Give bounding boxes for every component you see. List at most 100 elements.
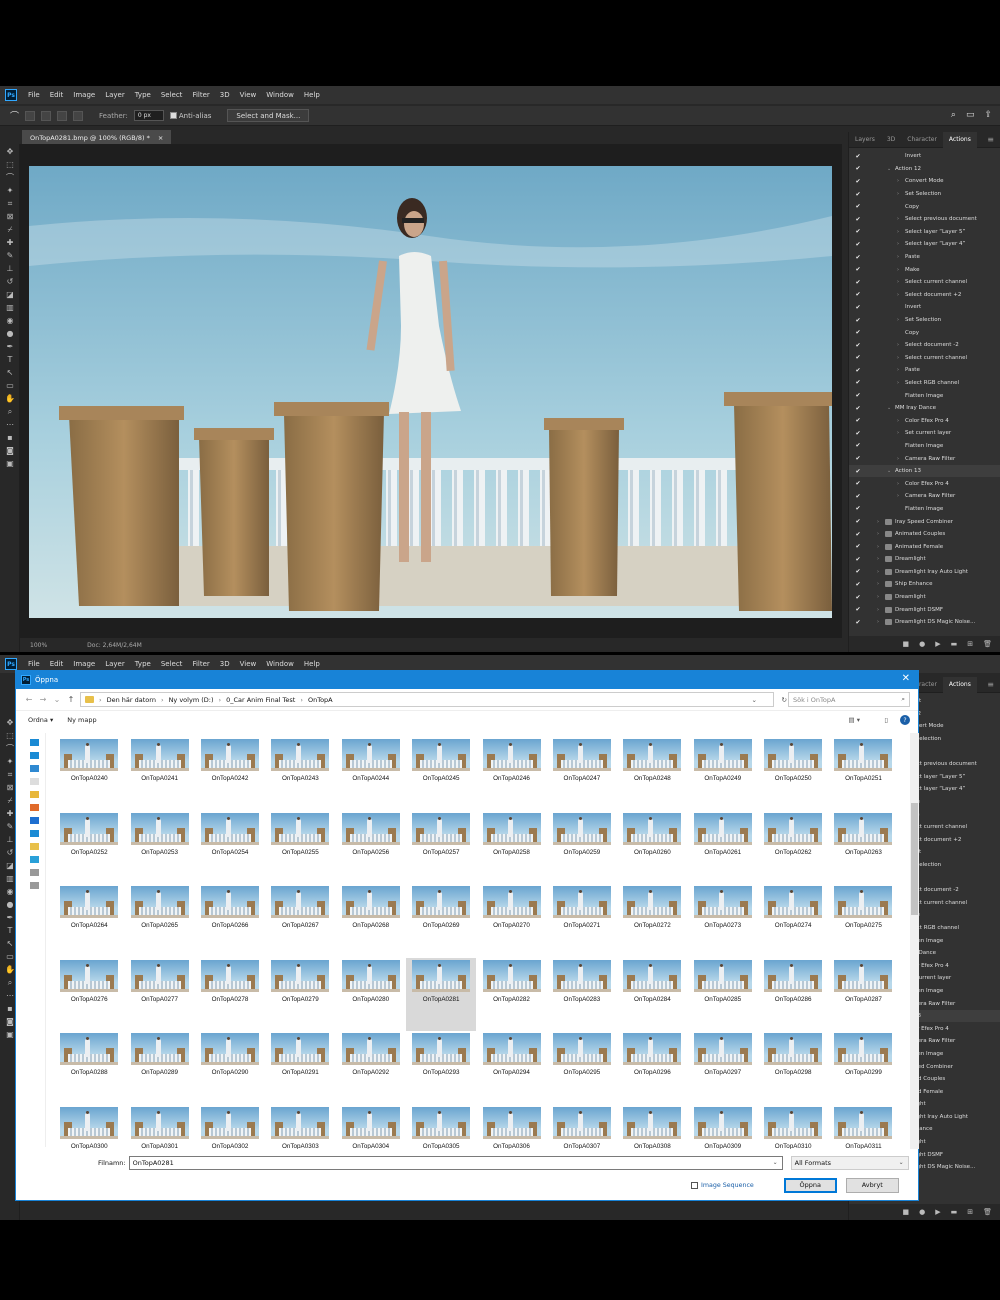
action-row[interactable]: ✔ ›Select document -2 (849, 339, 1000, 352)
help-icon[interactable]: ? (900, 715, 910, 725)
check-icon[interactable]: ✔ (853, 178, 863, 185)
menu-help[interactable]: Help (299, 660, 325, 668)
file-item[interactable]: OnTopA0268 (336, 884, 406, 958)
action-row[interactable]: ✔ › Dreamlight (849, 591, 1000, 604)
dialog-toggle-icon[interactable] (866, 240, 874, 248)
dialog-toggle-icon[interactable] (866, 455, 874, 463)
healing-icon[interactable]: ✚ (3, 237, 17, 248)
file-item[interactable]: OnTopA0298 (758, 1031, 828, 1105)
type-icon[interactable]: T (3, 354, 17, 365)
trash-icon[interactable]: 🗑 (983, 1208, 992, 1216)
new-folder-button[interactable]: Ny mapp (67, 716, 96, 724)
pen-icon[interactable]: ✒ (3, 341, 17, 352)
breadcrumb-item[interactable]: OnTopA (308, 696, 333, 704)
dialog-toggle-icon[interactable] (866, 379, 874, 387)
file-item[interactable]: OnTopA0279 (265, 958, 335, 1032)
file-item[interactable]: OnTopA0302 (195, 1105, 265, 1149)
dialog-toggle-icon[interactable] (866, 291, 874, 299)
check-icon[interactable]: ✔ (853, 430, 863, 437)
menu-type[interactable]: Type (130, 91, 156, 99)
check-icon[interactable]: ✔ (853, 417, 863, 424)
address-bar[interactable]: › Den här datorn › Ny volym (D:) › 0_Car Anim… (80, 692, 787, 707)
check-icon[interactable]: ✔ (853, 531, 863, 538)
file-item[interactable]: OnTopA0269 (406, 884, 476, 958)
breadcrumb-item[interactable]: Den här datorn (107, 696, 156, 704)
dialog-toggle-icon[interactable] (866, 543, 874, 551)
file-item[interactable]: OnTopA0291 (265, 1031, 335, 1105)
record-icon[interactable]: ● (919, 640, 925, 648)
file-item[interactable]: OnTopA0280 (336, 958, 406, 1032)
forward-icon[interactable]: → (38, 695, 48, 704)
file-item[interactable]: OnTopA0281 (405, 957, 477, 1031)
file-item[interactable]: OnTopA0303 (265, 1105, 335, 1149)
chevron-right-icon[interactable]: › (897, 367, 905, 373)
file-item[interactable]: OnTopA0295 (547, 1031, 617, 1105)
action-row[interactable]: ✔ Flatten Image (849, 440, 1000, 453)
action-row[interactable]: ✔ ›Select current channel (849, 352, 1000, 365)
shape-icon[interactable]: ▭ (3, 380, 17, 391)
chevron-right-icon[interactable]: › (877, 531, 885, 537)
menu-layer[interactable]: Layer (100, 91, 130, 99)
file-item[interactable]: OnTopA0256 (336, 811, 406, 885)
hand-icon[interactable]: ✋ (3, 393, 17, 404)
documents-icon[interactable] (30, 778, 39, 785)
check-icon[interactable]: ✔ (853, 342, 863, 349)
this-pc-icon[interactable] (30, 856, 39, 863)
workspace-icon[interactable]: ▭ (966, 110, 975, 120)
check-icon[interactable]: ✔ (853, 468, 863, 475)
chevron-right-icon[interactable]: › (897, 191, 905, 197)
quickmask-icon[interactable]: ◙ (3, 445, 17, 456)
search-icon[interactable]: ⌕ (951, 110, 956, 120)
file-item[interactable]: OnTopA0248 (617, 737, 687, 811)
open-button[interactable]: Öppna (783, 1177, 837, 1193)
crop-icon[interactable]: ⌗ (3, 198, 17, 209)
share-icon[interactable]: ⇪ (984, 110, 992, 120)
dropbox-icon[interactable] (30, 817, 39, 824)
dialog-toggle-icon[interactable] (866, 417, 874, 425)
menu-window[interactable]: Window (261, 91, 299, 99)
add-selection-icon[interactable] (41, 110, 52, 121)
file-item[interactable]: OnTopA0249 (688, 737, 758, 811)
check-icon[interactable]: ✔ (853, 317, 863, 324)
check-icon[interactable]: ✔ (853, 581, 863, 588)
file-item[interactable]: OnTopA0275 (828, 884, 898, 958)
file-item[interactable]: OnTopA0260 (617, 811, 687, 885)
file-item[interactable]: OnTopA0273 (688, 884, 758, 958)
action-row[interactable]: ✔ ›Make (849, 263, 1000, 276)
dialog-toggle-icon[interactable] (866, 505, 874, 513)
menu-select[interactable]: Select (156, 91, 188, 99)
chevron-down-icon[interactable]: ⌄ (773, 1159, 778, 1166)
pictures-icon[interactable] (30, 791, 39, 798)
file-item[interactable]: OnTopA0243 (265, 737, 335, 811)
stop-icon[interactable]: ■ (902, 1208, 909, 1216)
filename-input[interactable]: OnTopA0281 ⌄ (128, 1156, 783, 1170)
file-item[interactable]: OnTopA0255 (265, 811, 335, 885)
file-item[interactable]: OnTopA0292 (336, 1031, 406, 1105)
check-icon[interactable]: ✔ (853, 367, 863, 374)
chevron-right-icon[interactable]: › (897, 267, 905, 273)
action-row[interactable]: ✔ ›Set current layer (849, 427, 1000, 440)
check-icon[interactable]: ✔ (853, 291, 863, 298)
file-item[interactable]: OnTopA0300 (54, 1105, 124, 1149)
file-item[interactable]: OnTopA0308 (617, 1105, 687, 1149)
file-item[interactable]: OnTopA0242 (195, 737, 265, 811)
panel-menu-icon[interactable]: ≡ (987, 135, 994, 144)
menu-file[interactable]: File (23, 91, 45, 99)
lasso-tool-icon[interactable]: ⌒ (10, 109, 19, 122)
drive-icon[interactable] (30, 869, 39, 876)
up-icon[interactable]: ↑ (66, 695, 76, 704)
back-icon[interactable]: ← (24, 695, 34, 704)
recent-icon[interactable]: ⌄ (52, 695, 62, 704)
action-row[interactable]: ✔ ›Select document +2 (849, 289, 1000, 302)
dialog-toggle-icon[interactable] (866, 593, 874, 601)
chevron-right-icon[interactable]: › (897, 456, 905, 462)
dialog-toggle-icon[interactable] (866, 492, 874, 500)
dialog-toggle-icon[interactable] (866, 429, 874, 437)
action-row[interactable]: ✔ › Ship Enhance (849, 578, 1000, 591)
action-row[interactable]: ✔ › Dreamlight DS Magic Noise... (849, 616, 1000, 628)
file-item[interactable]: OnTopA0244 (336, 737, 406, 811)
action-row[interactable]: ✔ › Animated Couples (849, 528, 1000, 541)
file-item[interactable]: OnTopA0290 (195, 1031, 265, 1105)
format-select[interactable]: All Formats ⌄ (790, 1156, 909, 1170)
check-icon[interactable]: ✔ (853, 254, 863, 261)
